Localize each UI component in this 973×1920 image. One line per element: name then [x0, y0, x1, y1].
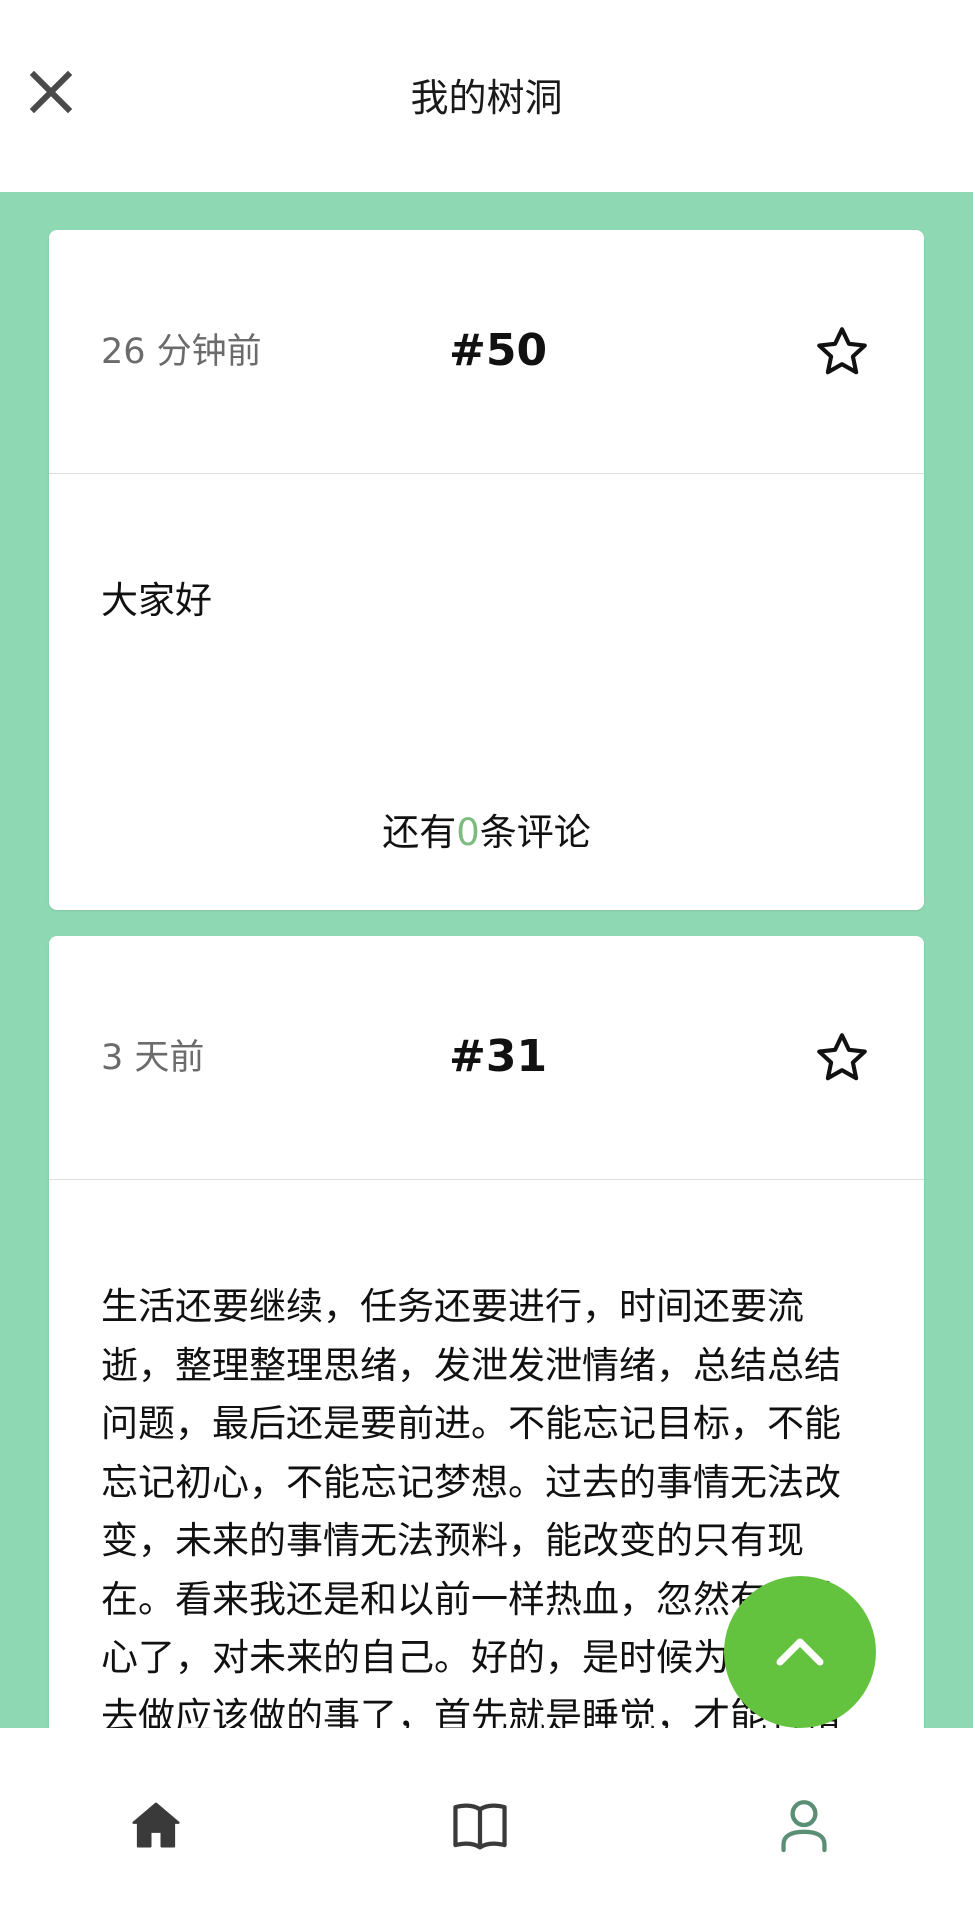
chevron-up-icon — [776, 1638, 824, 1666]
person-icon — [781, 1800, 827, 1853]
home-icon — [132, 1802, 180, 1848]
post-id: #31 — [449, 1031, 548, 1082]
post-content-line: 问题，最后还是要前进。不能忘记目标，不能 — [101, 1402, 841, 1445]
post-content-line: 忘记初心，不能忘记梦想。过去的事情无法改 — [101, 1460, 841, 1504]
nav-book[interactable] — [440, 1790, 520, 1860]
favorite-button[interactable] — [812, 1028, 872, 1088]
post-card-header: 3 天前 #31 — [49, 936, 924, 1180]
page-title: 我的树洞 — [410, 76, 563, 120]
post-id: #50 — [449, 325, 548, 376]
header: 我的树洞 — [0, 0, 973, 192]
scroll-to-top-button[interactable] — [724, 1576, 876, 1728]
post-content: 大家好 — [101, 579, 212, 622]
star-outline-icon — [817, 327, 867, 375]
book-icon — [453, 1803, 507, 1850]
favorite-button[interactable] — [812, 322, 872, 382]
post-content-line: 变，未来的事情无法预料，能改变的只有现 — [101, 1519, 804, 1562]
comments-suffix: 条评论 — [479, 811, 591, 854]
star-outline-icon — [817, 1033, 867, 1081]
comments-summary[interactable]: 还有0条评论 — [49, 808, 924, 858]
comments-prefix: 还有 — [382, 811, 457, 854]
post-time: 26 分钟前 — [101, 332, 262, 372]
post-card-header: 26 分钟前 #50 — [49, 230, 924, 474]
post-content-line: 生活还要继续，任务还要进行，时间还要流 — [101, 1285, 804, 1328]
bottom-navigation — [0, 1728, 973, 1920]
nav-home[interactable] — [116, 1790, 196, 1860]
post-list[interactable]: 26 分钟前 #50 大家好 还有0条评论 3 天前 #31 生活还要继续，任务 — [0, 192, 973, 1728]
post-time: 3 天前 — [101, 1038, 205, 1078]
comments-count: 0 — [456, 811, 480, 854]
post-content-line: 逝，整理整理思绪，发泄发泄情绪，总结总结 — [101, 1343, 841, 1387]
nav-profile[interactable] — [764, 1790, 844, 1860]
post-card[interactable]: 26 分钟前 #50 大家好 还有0条评论 — [49, 230, 924, 910]
